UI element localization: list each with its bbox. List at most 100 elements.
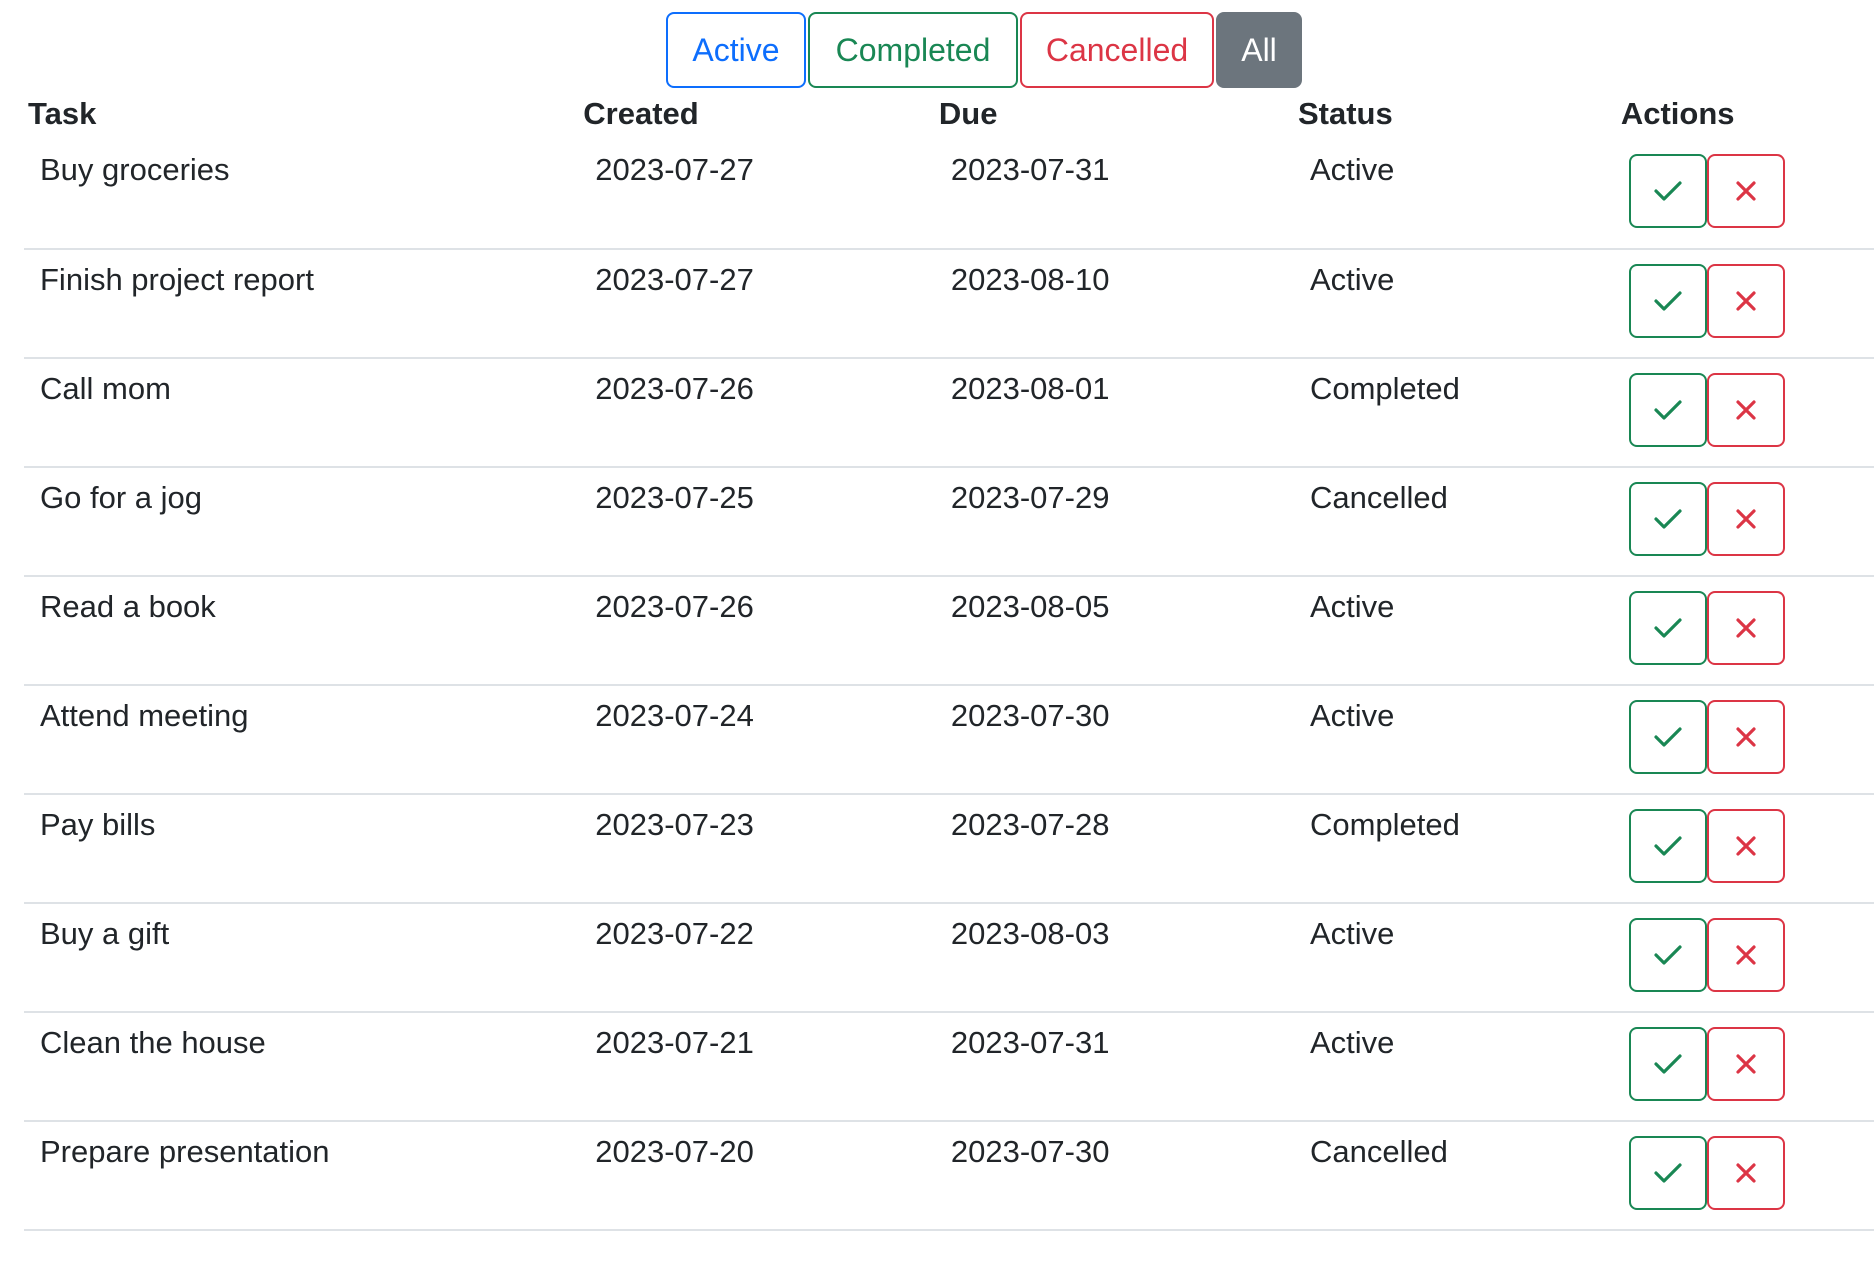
status-cell: Active [1293,685,1617,795]
filter-cancelled-button[interactable]: Cancelled [1020,12,1214,88]
task-name-cell: Prepare presentation [24,1121,580,1231]
actions-cell [1616,794,1874,904]
check-icon [1654,181,1682,201]
filter-all-button[interactable]: All [1216,12,1302,88]
header-actions: Actions [1620,96,1735,131]
status-filter-group: Active Completed Cancelled All [666,12,1302,88]
due-date-cell: 2023-07-30 [934,1121,1294,1231]
actions-cell [1616,467,1874,577]
header-created: Created [583,96,699,131]
complete-task-button[interactable] [1628,1027,1707,1101]
actions-cell [1616,903,1874,1013]
check-icon [1654,509,1682,529]
actions-cell [1616,685,1874,795]
created-date-cell: 2023-07-23 [579,794,935,904]
check-icon [1654,291,1682,311]
status-cell: Active [1293,249,1617,359]
close-icon [1736,291,1756,311]
complete-task-button[interactable] [1628,918,1707,992]
task-name-cell: Buy a gift [24,903,580,1013]
status-cell: Completed [1293,358,1617,468]
status-cell: Active [1293,1012,1617,1122]
task-name-cell: Read a book [24,576,580,686]
cancel-task-button[interactable] [1706,700,1785,774]
status-cell: Active [1293,576,1617,686]
created-date-cell: 2023-07-27 [579,249,935,359]
table-row: Call mom 2023-07-26 2023-08-01 Completed [24,358,1874,468]
cancel-task-button[interactable] [1706,373,1785,447]
close-icon [1736,400,1756,420]
check-icon [1654,945,1682,965]
table-row: Prepare presentation 2023-07-20 2023-07-… [24,1121,1874,1231]
complete-task-button[interactable] [1628,809,1707,883]
check-icon [1654,836,1682,856]
cancel-task-button[interactable] [1706,264,1785,338]
due-date-cell: 2023-08-01 [934,358,1294,468]
created-date-cell: 2023-07-22 [579,903,935,1013]
actions-cell [1616,576,1874,686]
table-row: Pay bills 2023-07-23 2023-07-28 Complete… [24,794,1874,904]
task-name-cell: Buy groceries [24,140,580,250]
due-date-cell: 2023-07-31 [934,140,1294,250]
actions-cell [1616,249,1874,359]
complete-task-button[interactable] [1628,482,1707,556]
check-icon [1654,1054,1682,1074]
complete-task-button[interactable] [1628,700,1707,774]
close-icon [1736,836,1756,856]
due-date-cell: 2023-07-31 [934,1012,1294,1122]
table-header-row: Task Created Due Status Actions [24,88,1874,140]
task-name-cell: Pay bills [24,794,580,904]
actions-cell [1616,358,1874,468]
header-task: Task [28,96,97,131]
complete-task-button[interactable] [1628,1136,1707,1210]
close-icon [1736,727,1756,747]
complete-task-button[interactable] [1628,591,1707,665]
cancel-task-button[interactable] [1706,1027,1785,1101]
due-date-cell: 2023-08-03 [934,903,1294,1013]
check-icon [1654,618,1682,638]
filter-active-button[interactable]: Active [666,12,806,88]
close-icon [1736,1054,1756,1074]
status-cell: Completed [1293,794,1617,904]
due-date-cell: 2023-07-30 [934,685,1294,795]
table-row: Finish project report 2023-07-27 2023-08… [24,249,1874,359]
cancel-task-button[interactable] [1706,154,1785,228]
task-table: Task Created Due Status Actions Buy groc… [24,88,1874,1231]
close-icon [1736,618,1756,638]
task-name-cell: Finish project report [24,249,580,359]
status-cell: Active [1293,903,1617,1013]
cancel-task-button[interactable] [1706,918,1785,992]
check-icon [1654,400,1682,420]
actions-cell [1616,140,1874,250]
cancel-task-button[interactable] [1706,809,1785,883]
close-icon [1736,181,1756,201]
due-date-cell: 2023-08-05 [934,576,1294,686]
task-name-cell: Go for a jog [24,467,580,577]
actions-cell [1616,1012,1874,1122]
cancel-task-button[interactable] [1706,482,1785,556]
created-date-cell: 2023-07-20 [579,1121,935,1231]
created-date-cell: 2023-07-27 [579,140,935,250]
close-icon [1736,945,1756,965]
status-cell: Active [1293,140,1617,250]
created-date-cell: 2023-07-26 [579,358,935,468]
table-row: Attend meeting 2023-07-24 2023-07-30 Act… [24,685,1874,795]
task-table-body: Buy groceries 2023-07-27 2023-07-31 Acti… [24,140,1874,1231]
created-date-cell: 2023-07-26 [579,576,935,686]
table-row: Buy groceries 2023-07-27 2023-07-31 Acti… [24,140,1874,250]
header-status: Status [1297,96,1393,131]
table-row: Read a book 2023-07-26 2023-08-05 Active [24,576,1874,686]
complete-task-button[interactable] [1628,264,1707,338]
filter-completed-button[interactable]: Completed [808,12,1018,88]
task-name-cell: Clean the house [24,1012,580,1122]
complete-task-button[interactable] [1628,373,1707,447]
cancel-task-button[interactable] [1706,1136,1785,1210]
close-icon [1736,509,1756,529]
created-date-cell: 2023-07-21 [579,1012,935,1122]
complete-task-button[interactable] [1628,154,1707,228]
created-date-cell: 2023-07-25 [579,467,935,577]
cancel-task-button[interactable] [1706,591,1785,665]
task-name-cell: Call mom [24,358,580,468]
due-date-cell: 2023-07-29 [934,467,1294,577]
table-row: Go for a jog 2023-07-25 2023-07-29 Cance… [24,467,1874,577]
